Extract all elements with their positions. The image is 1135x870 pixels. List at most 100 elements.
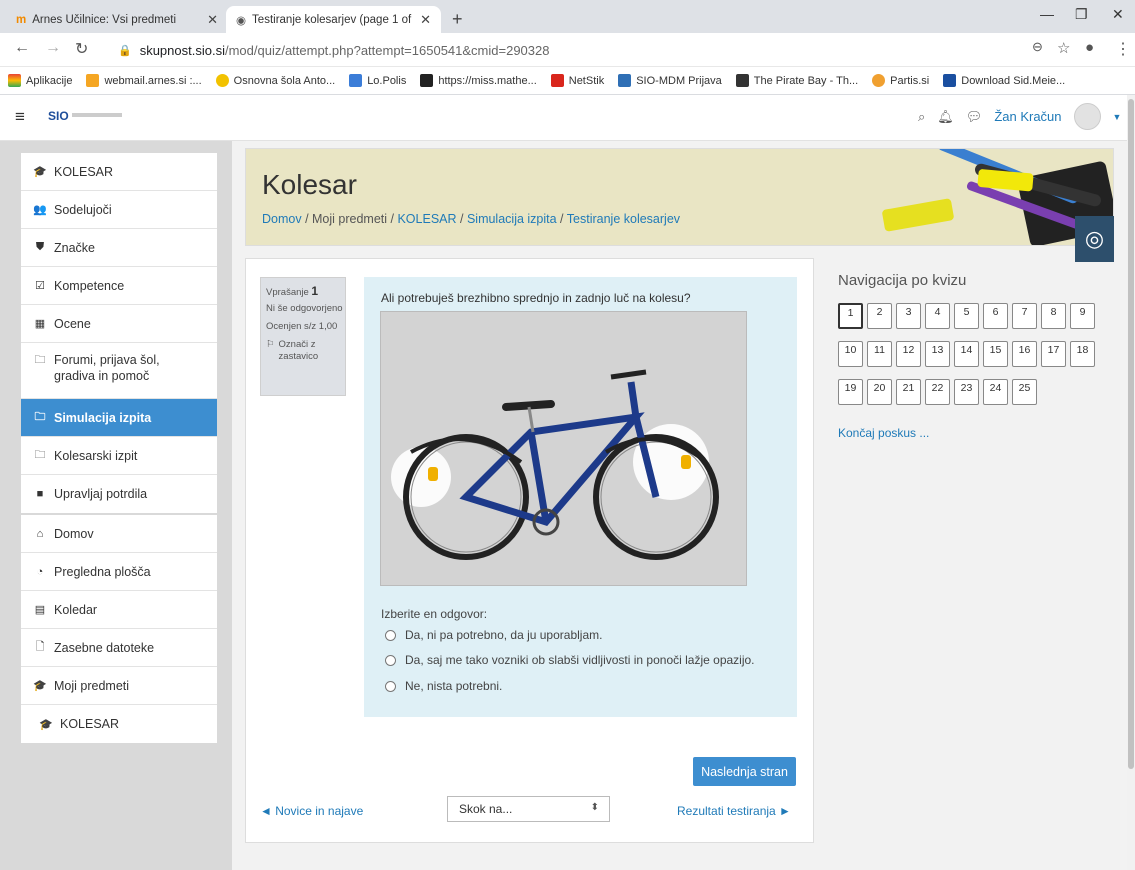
bell-icon[interactable]: 🔔︎	[937, 109, 954, 125]
sidebar-item-pregledna-plosca[interactable]: ◔ Pregledna plošča	[21, 553, 217, 591]
bookmark-favicon-icon	[735, 74, 749, 87]
bookmark-apps[interactable]: Aplikacije	[8, 74, 72, 87]
quiz-nav-button-18[interactable]: 18	[1070, 341, 1095, 367]
sidebar-item-simulacija-izpita[interactable]: 🗀 Simulacija izpita	[21, 399, 217, 437]
url-field[interactable]: 🔒 skupnost.sio.si/mod/quiz/attempt.php?a…	[110, 37, 1070, 63]
restore-icon[interactable]: ❐	[1075, 6, 1088, 23]
user-name[interactable]: Žan Kračun	[994, 109, 1061, 124]
quiz-nav-button-10[interactable]: 10	[838, 341, 863, 367]
radio-button[interactable]	[385, 680, 396, 692]
breadcrumb-simulacija-izpita[interactable]: Simulacija izpita	[467, 212, 557, 226]
quiz-nav-button-22[interactable]: 22	[925, 379, 950, 405]
bookmark-sio-mdm[interactable]: SIO-MDM Prijava	[618, 74, 722, 87]
quiz-nav-button-15[interactable]: 15	[983, 341, 1008, 367]
minimize-icon[interactable]: —	[1040, 6, 1054, 22]
close-window-icon[interactable]: ✕	[1112, 6, 1124, 23]
quiz-nav-button-17[interactable]: 17	[1041, 341, 1066, 367]
bookmark-favicon-icon	[349, 74, 363, 87]
bookmark-netstik[interactable]: NetStik	[550, 74, 604, 87]
quiz-nav-button-4[interactable]: 4	[925, 303, 950, 329]
radio-button[interactable]	[385, 629, 396, 641]
scrollbar[interactable]	[1127, 95, 1135, 870]
reload-icon[interactable]: ↻	[75, 39, 88, 59]
profile-icon[interactable]: ●	[1085, 39, 1094, 56]
sidebar-item-kompetence[interactable]: ☑ Kompetence	[21, 267, 217, 305]
breadcrumb-testiranje-kolesarjev[interactable]: Testiranje kolesarjev	[567, 212, 680, 226]
bookmark-lopolis[interactable]: Lo.Polis	[349, 74, 406, 87]
quiz-nav-button-24[interactable]: 24	[983, 379, 1008, 405]
sidebar-item-kolesar[interactable]: 🎓 KOLESAR	[21, 153, 217, 191]
bookmark-webmail[interactable]: webmail.arnes.si :...	[86, 74, 202, 87]
sidebar-item-koledar[interactable]: ▤ Koledar	[21, 591, 217, 629]
back-arrow-icon[interactable]: ←	[14, 39, 30, 57]
quiz-nav-button-12[interactable]: 12	[896, 341, 921, 367]
breadcrumb-domov[interactable]: Domov	[262, 212, 302, 226]
bookmark-favicon-icon	[943, 74, 957, 87]
jump-to-select[interactable]: Skok na... ⬍	[447, 796, 610, 822]
sidebar-item-upravljaj-potrdila[interactable]: ■ Upravljaj potrdila	[21, 475, 217, 513]
forward-arrow-icon[interactable]: →	[45, 39, 61, 57]
sidebar-item-moji-predmeti[interactable]: 🎓 Moji predmeti	[21, 667, 217, 705]
sidebar-item-domov[interactable]: ⌂ Domov	[21, 515, 217, 553]
breadcrumb-moji-predmeti: Moji predmeti	[312, 212, 388, 226]
folder-icon: 🗀	[34, 449, 46, 461]
answer-option-1[interactable]: Da, ni pa potrebno, da ju uporabljam.	[385, 628, 602, 642]
quiz-nav-button-23[interactable]: 23	[954, 379, 979, 405]
quiz-nav-button-20[interactable]: 20	[867, 379, 892, 405]
tab-title: Testiranje kolesarjev (page 1 of 2	[252, 13, 413, 26]
quiz-nav-button-11[interactable]: 11	[867, 341, 892, 367]
quiz-nav-button-13[interactable]: 13	[925, 341, 950, 367]
quiz-nav-button-5[interactable]: 5	[954, 303, 979, 329]
quiz-nav-button-6[interactable]: 6	[983, 303, 1008, 329]
next-activity-link[interactable]: Rezultati testiranja ►	[677, 804, 791, 818]
menu-dots-icon[interactable]: ⋮	[1115, 39, 1131, 59]
browser-tab-quiz[interactable]: ◉ Testiranje kolesarjev (page 1 of 2 ✕	[226, 6, 441, 33]
quiz-nav-button-25[interactable]: 25	[1012, 379, 1037, 405]
hamburger-menu-icon[interactable]: ≡	[15, 107, 25, 127]
close-tab-icon[interactable]: ✕	[207, 12, 218, 28]
answer-option-3[interactable]: Ne, nista potrebni.	[385, 679, 502, 693]
sidebar-item-forumi[interactable]: 🗀 Forumi, prijava šol, gradiva in pomoč	[21, 343, 217, 399]
breadcrumb-kolesar[interactable]: KOLESAR	[397, 212, 456, 226]
bookmark-download-sid[interactable]: Download Sid.Meie...	[943, 74, 1065, 87]
sidebar-item-kolesar-course[interactable]: 🎓 KOLESAR	[21, 705, 217, 743]
answer-option-2[interactable]: Da, saj me tako vozniki ob slabši vidlji…	[385, 653, 755, 667]
search-icon[interactable]: ⌕	[918, 109, 925, 125]
bookmark-partis[interactable]: Partis.si	[872, 74, 929, 87]
flag-question[interactable]: ⚐ Označi z zastavico	[266, 339, 345, 363]
caret-down-icon[interactable]: ▼	[1113, 112, 1122, 122]
quiz-nav-button-16[interactable]: 16	[1012, 341, 1037, 367]
quiz-nav-button-21[interactable]: 21	[896, 379, 921, 405]
sio-logo[interactable]: SIO	[48, 109, 69, 123]
next-page-button[interactable]: Naslednja stran	[693, 757, 796, 786]
sidebar-item-zasebne-datoteke[interactable]: 🗋 Zasebne datoteke	[21, 629, 217, 667]
quiz-nav-button-14[interactable]: 14	[954, 341, 979, 367]
chat-icon[interactable]: 💬︎	[966, 109, 983, 125]
avatar[interactable]	[1073, 103, 1101, 130]
quiz-nav-button-7[interactable]: 7	[1012, 303, 1037, 329]
audio-assist-icon[interactable]: ◎	[1075, 216, 1114, 262]
sidebar-item-sodelujoci[interactable]: 👥 Sodelujoči	[21, 191, 217, 229]
scrollbar-thumb[interactable]	[1128, 99, 1134, 769]
bookmark-miss-mathe[interactable]: https://miss.mathe...	[420, 74, 537, 87]
browser-tab-arnes[interactable]: m Arnes Učilnice: Vsi predmeti ✕	[6, 6, 228, 33]
sidebar-item-ocene[interactable]: ▦ Ocene	[21, 305, 217, 343]
quiz-nav-button-8[interactable]: 8	[1041, 303, 1066, 329]
finish-attempt-link[interactable]: Končaj poskus ...	[838, 426, 929, 440]
star-icon[interactable]: ☆	[1057, 39, 1070, 57]
quiz-nav-button-2[interactable]: 2	[867, 303, 892, 329]
bookmark-pirate-bay[interactable]: The Pirate Bay - Th...	[735, 74, 858, 87]
quiz-nav-button-19[interactable]: 19	[838, 379, 863, 405]
sidebar-item-kolesarski-izpit[interactable]: 🗀 Kolesarski izpit	[21, 437, 217, 475]
quiz-nav-button-9[interactable]: 9	[1070, 303, 1095, 329]
quiz-nav-button-1[interactable]: 1	[838, 303, 863, 329]
radio-button[interactable]	[385, 654, 396, 666]
close-tab-icon[interactable]: ✕	[420, 12, 431, 28]
sidebar-item-znacke[interactable]: ⛊ Značke	[21, 229, 217, 267]
new-tab-icon[interactable]: +	[452, 9, 463, 30]
zoom-icon[interactable]: ⊖	[1032, 39, 1043, 55]
quiz-nav-button-3[interactable]: 3	[896, 303, 921, 329]
bookmark-osnovna-sola[interactable]: Osnovna šola Anto...	[215, 74, 335, 87]
prev-activity-link[interactable]: ◄ Novice in najave	[260, 804, 363, 818]
course-title: Kolesar	[262, 169, 357, 200]
